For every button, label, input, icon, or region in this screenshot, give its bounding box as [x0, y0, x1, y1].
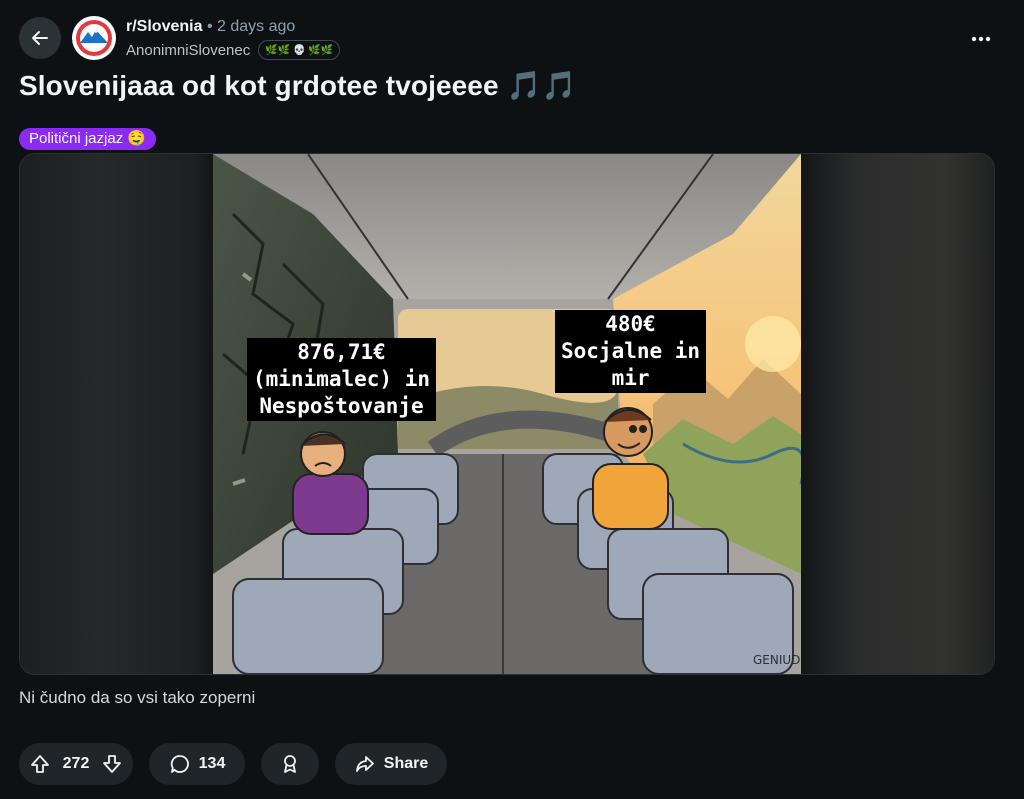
meme-left-caption: 876,71€ (minimalec) in Nespoštovanje [247, 338, 437, 421]
post-media[interactable]: GENIUDO 876,71€ (minimalec) in Nespoštov… [19, 153, 995, 675]
author-link[interactable]: AnonimniSlovenec [126, 42, 250, 59]
back-button[interactable] [19, 17, 61, 59]
share-button[interactable]: Share [335, 743, 447, 785]
share-icon [355, 756, 374, 772]
comment-count: 134 [198, 755, 226, 772]
post-title[interactable]: Slovenijaaa od kot grdotee tvojeeee 🎵🎵 [19, 69, 576, 102]
action-bar: 272 134 Share [19, 743, 447, 785]
subreddit-logo-icon [73, 17, 115, 59]
meme-right-caption: 480€ Socjalne in mir [555, 310, 707, 393]
post-body: Ni čudno da so vsi tako zoperni [19, 688, 256, 707]
post-meta-line: r/Slovenia • 2 days ago [126, 18, 295, 36]
vote-count: 272 [62, 755, 90, 772]
share-label: Share [383, 755, 429, 772]
upvote-icon [31, 755, 49, 773]
vote-pill: 272 [19, 743, 133, 785]
subreddit-link[interactable]: r/Slovenia [126, 18, 202, 35]
comments-button[interactable]: 134 [149, 743, 245, 785]
post-title-text: Slovenijaaa od kot grdotee tvojeeee [19, 70, 499, 101]
subreddit-avatar[interactable] [72, 16, 116, 60]
author-line: AnonimniSlovenec 🌿🌿 💀 🌿🌿 [126, 40, 341, 60]
music-notes-emoji: 🎵🎵 [506, 70, 577, 101]
downvote-icon [103, 755, 121, 773]
meta-separator: • [206, 18, 213, 35]
upvote-button[interactable] [29, 753, 51, 775]
downvote-button[interactable] [101, 753, 123, 775]
award-icon [284, 755, 296, 773]
back-arrow-icon [32, 31, 48, 45]
artist-signature: GENIUDO [753, 653, 801, 667]
user-flair: 🌿🌿 💀 🌿🌿 [258, 40, 341, 60]
more-options-button[interactable] [964, 26, 998, 52]
comment-icon [170, 755, 189, 773]
award-button[interactable] [261, 743, 319, 785]
more-options-icon [971, 36, 991, 42]
post-flair[interactable]: Politični jazjaz 🤤 [19, 128, 157, 150]
post-time: 2 days ago [217, 18, 296, 35]
